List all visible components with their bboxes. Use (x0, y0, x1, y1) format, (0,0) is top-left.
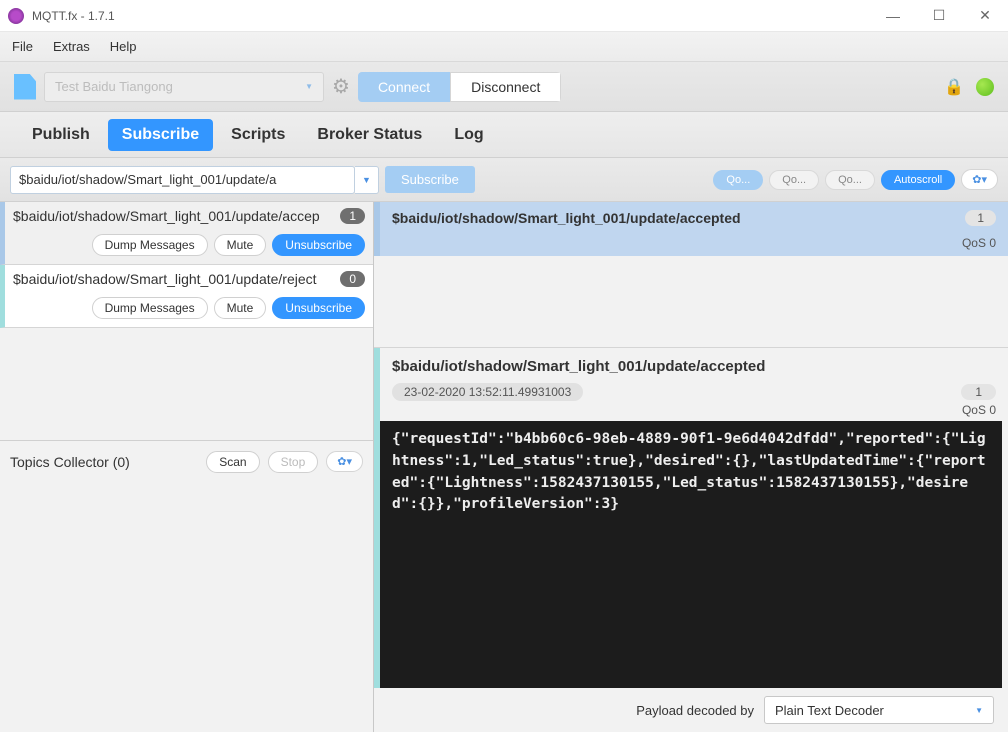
stop-button[interactable]: Stop (268, 451, 319, 473)
window-title: MQTT.fx - 1.7.1 (32, 9, 870, 23)
topics-collector-label: Topics Collector (0) (10, 454, 198, 470)
left-panel: $baidu/iot/shadow/Smart_light_001/update… (0, 202, 374, 732)
message-list-gap (374, 256, 1008, 348)
payload-content[interactable]: {"requestId":"b4bb60c6-98eb-4889-90f1-9e… (374, 421, 1002, 688)
detail-qos: QoS 0 (962, 403, 996, 417)
file-icon[interactable] (14, 74, 36, 100)
dump-messages-button[interactable]: Dump Messages (92, 297, 208, 319)
subscribe-toolbar: $baidu/iot/shadow/Smart_light_001/update… (0, 158, 1008, 202)
menu-file[interactable]: File (12, 39, 33, 54)
connect-button[interactable]: Connect (358, 72, 450, 102)
subscription-item[interactable]: $baidu/iot/shadow/Smart_light_001/update… (0, 265, 373, 328)
window-controls: — ☐ ✕ (870, 0, 1008, 32)
gear-icon[interactable]: ⚙ (332, 74, 350, 99)
scan-button[interactable]: Scan (206, 451, 259, 473)
app-icon (8, 8, 24, 24)
subscription-item[interactable]: $baidu/iot/shadow/Smart_light_001/update… (0, 202, 373, 265)
decoder-select[interactable]: Plain Text Decoder (764, 696, 994, 724)
qos1-pill[interactable]: Qo... (769, 170, 819, 190)
unsubscribe-button[interactable]: Unsubscribe (272, 234, 365, 256)
subscribe-settings-icon[interactable]: ✿▾ (961, 169, 998, 190)
mute-button[interactable]: Mute (214, 297, 267, 319)
close-button[interactable]: ✕ (962, 0, 1008, 32)
profile-select-value: Test Baidu Tiangong (55, 79, 173, 94)
topics-collector-area (0, 482, 373, 732)
autoscroll-button[interactable]: Autoscroll (881, 170, 955, 190)
maximize-button[interactable]: ☐ (916, 0, 962, 32)
collector-settings-icon[interactable]: ✿▾ (326, 451, 363, 472)
main-area: $baidu/iot/shadow/Smart_light_001/update… (0, 202, 1008, 732)
tab-log[interactable]: Log (440, 119, 497, 151)
menu-help[interactable]: Help (110, 39, 137, 54)
message-header[interactable]: $baidu/iot/shadow/Smart_light_001/update… (374, 202, 1008, 234)
minimize-button[interactable]: — (870, 0, 916, 32)
connection-status-dot (976, 78, 994, 96)
detail-sequence: 1 (961, 384, 996, 400)
decoder-bar: Payload decoded by Plain Text Decoder (374, 688, 1008, 732)
tab-scripts[interactable]: Scripts (217, 119, 299, 151)
message-topic: $baidu/iot/shadow/Smart_light_001/update… (392, 210, 965, 226)
subscription-count-badge: 0 (340, 271, 365, 287)
unsubscribe-button[interactable]: Unsubscribe (272, 297, 365, 319)
message-header-qos: QoS 0 (374, 234, 1008, 256)
topic-input-value: $baidu/iot/shadow/Smart_light_001/update… (19, 172, 276, 187)
message-count: 1 (965, 210, 996, 226)
dump-messages-button[interactable]: Dump Messages (92, 234, 208, 256)
connection-bar: Test Baidu Tiangong ⚙ Connect Disconnect… (0, 62, 1008, 112)
right-panel: $baidu/iot/shadow/Smart_light_001/update… (374, 202, 1008, 732)
profile-select[interactable]: Test Baidu Tiangong (44, 72, 324, 102)
tabs-bar: Publish Subscribe Scripts Broker Status … (0, 112, 1008, 158)
menu-extras[interactable]: Extras (53, 39, 90, 54)
menubar: File Extras Help (0, 32, 1008, 62)
mute-button[interactable]: Mute (214, 234, 267, 256)
tab-subscribe[interactable]: Subscribe (108, 119, 213, 151)
topics-collector-bar: Topics Collector (0) Scan Stop ✿▾ (0, 440, 373, 482)
decoder-label: Payload decoded by (636, 703, 754, 718)
disconnect-button[interactable]: Disconnect (450, 72, 561, 102)
message-qos: QoS 0 (962, 236, 996, 250)
subscription-topic: $baidu/iot/shadow/Smart_light_001/update… (13, 208, 340, 224)
qos2-pill[interactable]: Qo... (825, 170, 875, 190)
topic-input[interactable]: $baidu/iot/shadow/Smart_light_001/update… (10, 166, 355, 194)
subscription-topic: $baidu/iot/shadow/Smart_light_001/update… (13, 271, 340, 287)
tab-publish[interactable]: Publish (18, 119, 104, 151)
tab-broker-status[interactable]: Broker Status (303, 119, 436, 151)
connection-buttons: Connect Disconnect (358, 72, 561, 102)
subscription-count-badge: 1 (340, 208, 365, 224)
message-detail-header: $baidu/iot/shadow/Smart_light_001/update… (374, 348, 1008, 421)
topic-dropdown-icon[interactable]: ▼ (355, 166, 379, 194)
detail-topic: $baidu/iot/shadow/Smart_light_001/update… (392, 358, 996, 375)
lock-icon: 🔒 (944, 77, 964, 97)
decoder-value: Plain Text Decoder (775, 703, 884, 718)
subscribe-button[interactable]: Subscribe (385, 166, 475, 193)
detail-timestamp: 23-02-2020 13:52:11.49931003 (392, 383, 583, 401)
qos0-pill[interactable]: Qo... (713, 170, 763, 190)
titlebar: MQTT.fx - 1.7.1 — ☐ ✕ (0, 0, 1008, 32)
